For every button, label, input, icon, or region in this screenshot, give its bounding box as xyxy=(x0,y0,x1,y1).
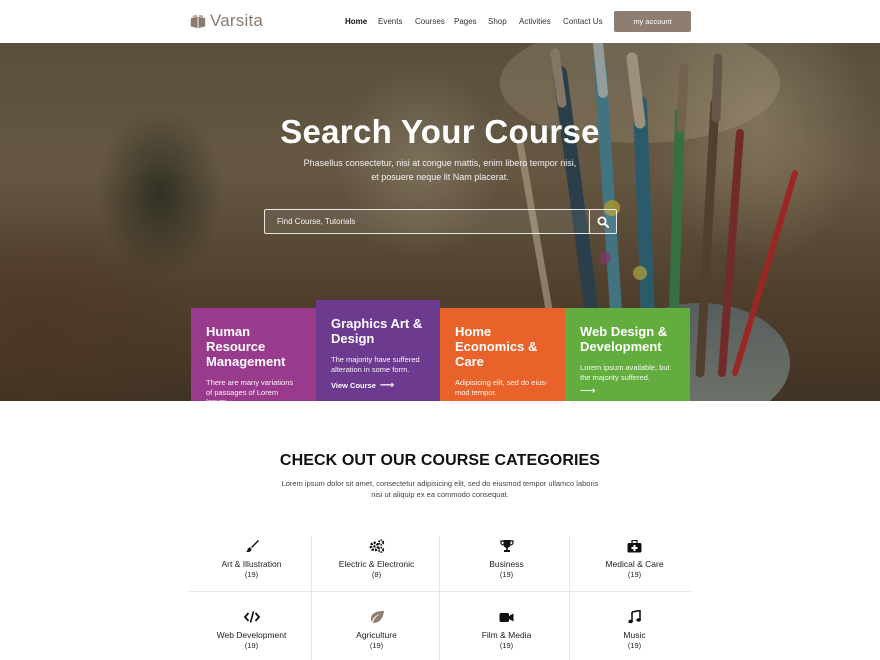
category-count: (19) xyxy=(499,641,514,650)
search-icon xyxy=(597,216,609,228)
category-business[interactable]: Business (19) xyxy=(444,538,569,579)
nav-shop[interactable]: Shop xyxy=(488,17,507,26)
category-music[interactable]: Music (19) xyxy=(572,609,697,650)
category-name: Art & Illustration xyxy=(221,559,282,569)
category-name: Agriculture xyxy=(356,630,397,640)
course-card-title: Web Design & Development xyxy=(580,324,668,354)
category-count: (19) xyxy=(244,570,259,579)
course-card-title: Human Resource Management xyxy=(206,324,286,369)
category-medical-care[interactable]: Medical & Care (19) xyxy=(572,538,697,579)
course-card-home-economics[interactable]: Home Economics & Care Adipisicing elit, … xyxy=(440,308,565,412)
category-name: Electric & Electronic xyxy=(338,559,415,569)
nav-activities[interactable]: Activities xyxy=(519,17,551,26)
hero-subtitle: Phasellus consectetur, nisi at congue ma… xyxy=(303,158,577,182)
view-course-link[interactable]: View Course ⟶ xyxy=(331,380,425,391)
view-course-label: View Course xyxy=(331,381,376,390)
category-grid: Art & Illustration (19) Electric & Elect… xyxy=(189,536,691,660)
arrow-right-icon: ⟶ xyxy=(379,380,395,391)
arrow-right-icon[interactable]: ⟶ xyxy=(455,401,550,412)
grid-divider xyxy=(569,536,570,660)
course-card-desc: Lorem ipsum available, but the majority … xyxy=(580,363,670,382)
book-logo-icon xyxy=(190,14,206,29)
course-card-desc: Adipisicing elit, sed do eius-mod tempor… xyxy=(455,378,548,397)
category-name: Business xyxy=(489,559,524,569)
category-name: Music xyxy=(623,630,646,640)
grid-divider xyxy=(439,536,440,660)
nav-contact-us[interactable]: Contact Us xyxy=(563,17,603,26)
category-count: (19) xyxy=(627,570,642,579)
logo[interactable]: Varsita xyxy=(189,11,263,31)
code-icon xyxy=(189,609,314,625)
grid-divider xyxy=(189,591,691,592)
course-card-desc: There are many variations of passages of… xyxy=(206,378,294,406)
music-note-icon xyxy=(572,609,697,625)
logo-text: Varsita xyxy=(210,11,264,30)
trophy-icon xyxy=(444,538,569,554)
course-card-web-design[interactable]: Web Design & Development Lorem ipsum ava… xyxy=(565,308,690,401)
category-electric-electronic[interactable]: Electric & Electronic (8) xyxy=(314,538,439,579)
site-header: Varsita Home Events Courses Pages Shop A… xyxy=(0,0,880,43)
nav-pages[interactable]: Pages xyxy=(454,17,477,26)
hero-title: Search Your Course xyxy=(280,113,600,150)
category-count: (19) xyxy=(244,641,259,650)
nav-home[interactable]: Home xyxy=(345,17,367,26)
category-art-illustration[interactable]: Art & Illustration (19) xyxy=(189,538,314,579)
arrow-right-icon[interactable]: ⟶ xyxy=(580,386,675,397)
cogs-icon xyxy=(314,538,439,554)
category-count: (8) xyxy=(371,570,382,579)
categories-subtitle: Lorem ipsum dolor sit amet, consectetur … xyxy=(281,479,599,499)
nav-events[interactable]: Events xyxy=(378,17,402,26)
course-card-graphics-art[interactable]: Graphics Art & Design The majority have … xyxy=(316,300,440,401)
category-name: Web Development xyxy=(216,630,287,640)
course-search-bar xyxy=(264,209,617,234)
category-film-media[interactable]: Film & Media (19) xyxy=(444,609,569,650)
category-web-development[interactable]: Web Development (19) xyxy=(189,609,314,650)
nav-courses[interactable]: Courses xyxy=(415,17,445,26)
course-card-desc: The majority have suffered alteration in… xyxy=(331,355,420,374)
category-count: (19) xyxy=(627,641,642,650)
category-count: (19) xyxy=(499,570,514,579)
video-camera-icon xyxy=(444,609,569,625)
leaf-icon xyxy=(314,609,439,625)
category-count: (19) xyxy=(369,641,384,650)
my-account-button[interactable]: my account xyxy=(614,11,691,32)
categories-title: CHECK OUT OUR COURSE CATEGORIES xyxy=(279,452,601,469)
course-card-human-resource[interactable]: Human Resource Management There are many… xyxy=(191,308,316,421)
medical-kit-icon xyxy=(572,538,697,554)
search-button[interactable] xyxy=(589,210,616,233)
course-card-title: Home Economics & Care xyxy=(455,324,538,369)
arrow-right-icon[interactable]: ⟶ xyxy=(206,410,301,422)
paint-brush-icon xyxy=(189,538,314,554)
course-card-title: Graphics Art & Design xyxy=(331,316,423,346)
category-agriculture[interactable]: Agriculture (19) xyxy=(314,609,439,650)
category-name: Film & Media xyxy=(481,630,532,640)
category-name: Medical & Care xyxy=(605,559,664,569)
search-input[interactable] xyxy=(265,210,587,233)
